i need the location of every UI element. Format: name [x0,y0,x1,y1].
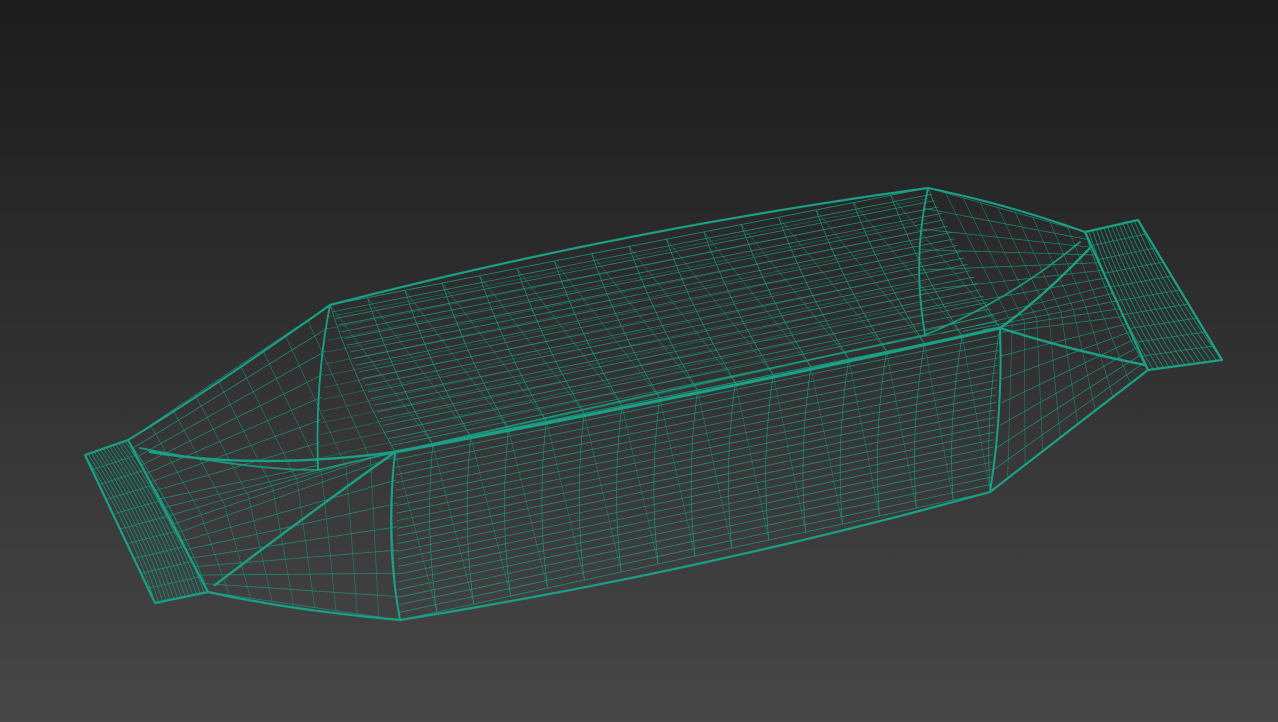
3d-viewport[interactable] [0,0,1278,722]
viewport-canvas[interactable] [0,0,1278,722]
